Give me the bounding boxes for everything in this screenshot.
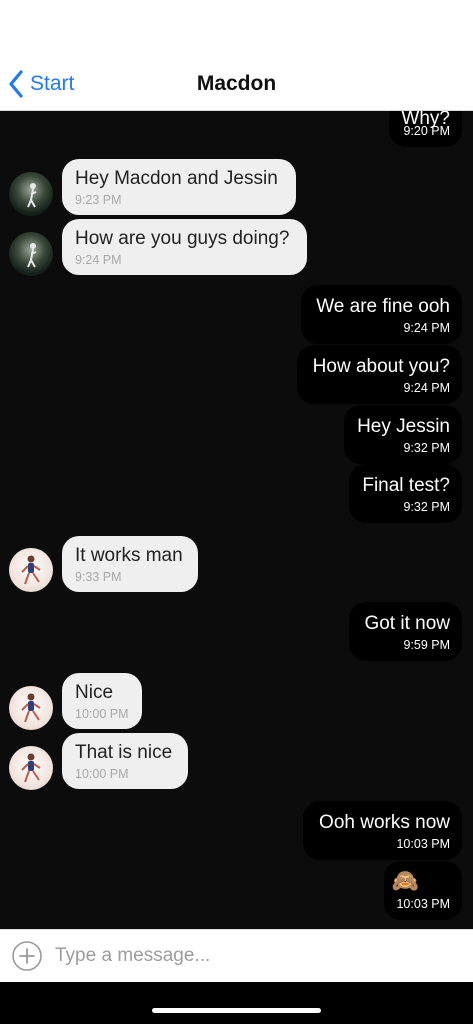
message-time: 9:24 PM xyxy=(75,253,122,267)
message-bubble-incoming[interactable]: Nice 10:00 PM xyxy=(62,673,142,729)
person-icon xyxy=(21,555,41,585)
message-bubble-incoming[interactable]: Hey Macdon and Jessin 9:23 PM xyxy=(62,159,296,215)
message-time: 9:32 PM xyxy=(403,500,450,514)
avatar[interactable] xyxy=(9,172,53,216)
message-list[interactable]: Why? 9:20 PM Hey Macdon and Jessin 9:23 … xyxy=(0,111,473,929)
message-bubble-incoming[interactable]: That is nice 10:00 PM xyxy=(62,733,188,789)
message-time: 10:03 PM xyxy=(396,837,450,851)
person-icon xyxy=(21,693,41,723)
message-text: Hey Jessin xyxy=(357,416,450,437)
message-time: 9:24 PM xyxy=(403,381,450,395)
avatar[interactable] xyxy=(9,746,53,790)
message-composer xyxy=(0,929,473,982)
message-time: 10:03 PM xyxy=(396,897,450,911)
person-icon xyxy=(27,183,37,208)
home-indicator-area xyxy=(0,982,473,1024)
message-time: 10:00 PM xyxy=(75,767,129,781)
message-bubble-outgoing[interactable]: Got it now 9:59 PM xyxy=(349,602,462,661)
message-time: 9:20 PM xyxy=(403,124,450,138)
message-text: Nice xyxy=(75,682,114,703)
message-bubble-outgoing[interactable]: We are fine ooh 9:24 PM xyxy=(301,285,462,344)
message-text: That is nice xyxy=(75,742,173,763)
navigation-bar: Start Macdon xyxy=(0,0,473,111)
message-text: How are you guys doing? xyxy=(75,228,290,249)
message-time: 9:33 PM xyxy=(75,570,122,584)
message-text: Final test? xyxy=(362,475,450,496)
message-text: Got it now xyxy=(364,613,450,634)
message-bubble-outgoing[interactable]: Hey Jessin 9:32 PM xyxy=(344,405,462,464)
message-time: 9:59 PM xyxy=(403,638,450,652)
message-bubble-outgoing[interactable]: Why? 9:20 PM xyxy=(389,111,462,147)
message-time: 10:00 PM xyxy=(75,707,129,721)
person-icon xyxy=(21,753,41,783)
message-input[interactable] xyxy=(55,938,455,974)
message-time: 9:32 PM xyxy=(403,441,450,455)
avatar[interactable] xyxy=(9,686,53,730)
page-title: Macdon xyxy=(196,72,277,95)
message-bubble-outgoing[interactable]: How about you? 9:24 PM xyxy=(297,345,462,404)
avatar[interactable] xyxy=(9,232,53,276)
message-time: 9:24 PM xyxy=(403,321,450,335)
message-time: 9:23 PM xyxy=(75,193,122,207)
message-text: It works man xyxy=(75,545,183,566)
home-indicator[interactable] xyxy=(152,1008,321,1013)
person-icon xyxy=(27,243,37,268)
message-text: We are fine ooh xyxy=(316,296,450,317)
message-text: How about you? xyxy=(312,356,450,377)
message-bubble-outgoing[interactable]: Ooh works now 10:03 PM xyxy=(303,801,462,860)
add-attachment-button[interactable] xyxy=(11,940,43,972)
message-bubble-outgoing[interactable]: 🙈 10:03 PM xyxy=(384,861,462,920)
message-bubble-outgoing[interactable]: Final test? 9:32 PM xyxy=(349,464,462,523)
message-bubble-incoming[interactable]: It works man 9:33 PM xyxy=(62,536,198,592)
plus-circle-icon xyxy=(12,941,42,971)
message-text: Hey Macdon and Jessin xyxy=(75,168,278,189)
message-bubble-incoming[interactable]: How are you guys doing? 9:24 PM xyxy=(62,219,307,275)
emoji-message: 🙈 xyxy=(391,868,419,893)
message-text: Ooh works now xyxy=(319,812,450,833)
avatar[interactable] xyxy=(9,548,53,592)
